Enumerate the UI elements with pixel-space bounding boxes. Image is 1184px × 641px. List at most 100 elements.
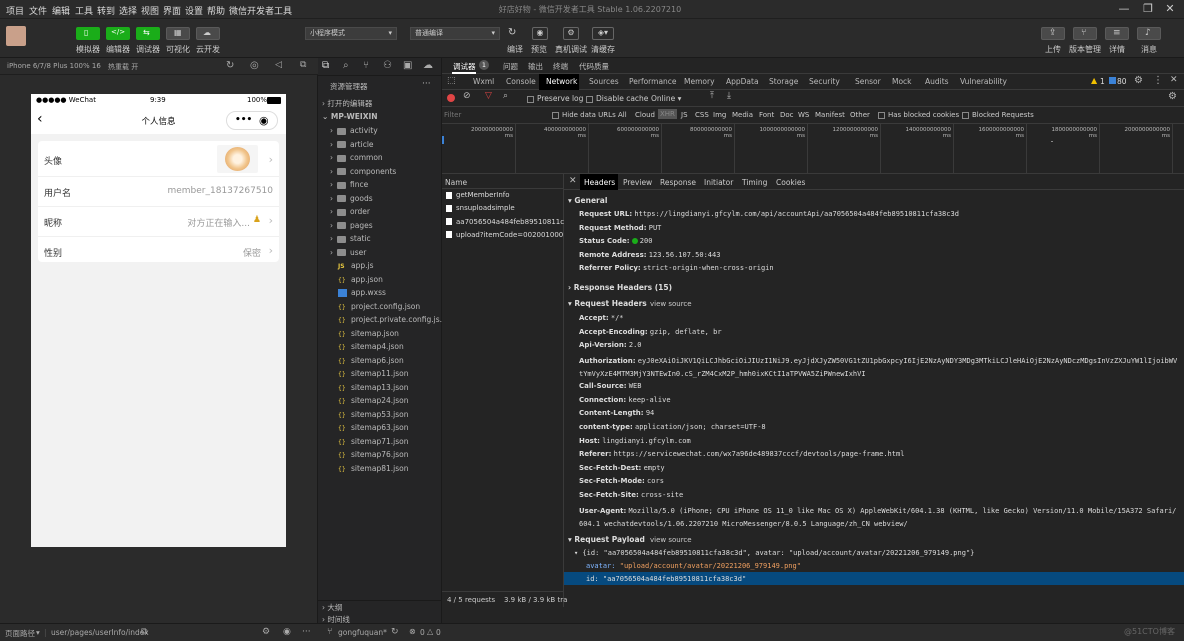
error-count[interactable]: 0	[420, 628, 425, 637]
payload-section-header[interactable]: ▾ Request Payload	[568, 535, 645, 544]
more-icon[interactable]: •••	[235, 115, 252, 125]
name-column-header[interactable]: Name	[442, 174, 564, 189]
view-source-link[interactable]: view source	[650, 300, 692, 308]
folder-item[interactable]: › user	[318, 246, 442, 260]
general-row[interactable]: Status Code: 200	[579, 237, 1179, 245]
blocked-cookies-checkbox[interactable]: Has blocked cookies	[878, 111, 959, 119]
folder-item[interactable]: › common	[318, 151, 442, 165]
file-item[interactable]: {} project.config.json	[318, 300, 442, 314]
close-devtools-icon[interactable]: ✕	[1170, 75, 1178, 85]
filter-manifest[interactable]: Manifest	[815, 111, 845, 119]
request-header-row[interactable]: Referer: https://servicewechat.com/wx7a9…	[579, 450, 1179, 458]
message-count[interactable]: 80	[1117, 77, 1127, 86]
menu-goto[interactable]: 转到	[97, 4, 115, 17]
filter-cloud[interactable]: Cloud	[635, 111, 655, 119]
gear-icon[interactable]: ⚙	[563, 27, 579, 40]
tab-timing[interactable]: Timing	[742, 178, 767, 187]
request-row[interactable]: snsuploadsimple	[442, 204, 564, 217]
filter-media[interactable]: Media	[732, 111, 753, 119]
git-icon[interactable]: ⑂	[363, 60, 369, 71]
request-header-row[interactable]: Call-Source: WEB	[579, 382, 1179, 390]
filter-ws[interactable]: WS	[798, 111, 809, 119]
tab-appdata[interactable]: AppData	[726, 77, 759, 86]
debug-icon[interactable]: ⚇	[383, 60, 392, 71]
cloud-icon[interactable]: ☁	[423, 60, 433, 71]
general-row[interactable]: Referrer Policy: strict-origin-when-cros…	[579, 264, 1179, 272]
page-path-dropdown-icon[interactable]: ▾	[36, 628, 40, 637]
record-icon[interactable]	[447, 94, 455, 102]
filter-other[interactable]: Other	[850, 111, 870, 119]
file-item[interactable]: {} project.private.config.js...	[318, 313, 442, 327]
request-header-row[interactable]: Content-Length: 94	[579, 409, 1179, 417]
file-item[interactable]: {} sitemap24.json	[318, 394, 442, 408]
folder-item[interactable]: › static	[318, 232, 442, 246]
avatar-thumb[interactable]	[217, 145, 258, 173]
tab-mock[interactable]: Mock	[892, 77, 912, 86]
mode-select[interactable]: 小程序模式	[305, 27, 397, 40]
disable-cache-checkbox[interactable]: Disable cache	[586, 94, 648, 103]
folder-item[interactable]: › goods	[318, 192, 442, 206]
tab-cookies[interactable]: Cookies	[776, 178, 805, 187]
maximize-icon[interactable]: ❐	[1140, 2, 1156, 16]
tab-memory[interactable]: Memory	[684, 77, 715, 86]
tab-security[interactable]: Security	[809, 77, 840, 86]
import-icon[interactable]: ⤒	[710, 91, 714, 101]
menu-project[interactable]: 项目	[6, 4, 24, 17]
extensions-icon[interactable]: ▣	[403, 60, 412, 71]
kebab-menu-icon[interactable]: ⋮	[1153, 75, 1163, 86]
file-item[interactable]: {} sitemap71.json	[318, 435, 442, 449]
tab-code-quality[interactable]: 代码质量	[579, 61, 609, 72]
tab-problems[interactable]: 问题	[503, 61, 518, 72]
request-header-row[interactable]: Accept: */*	[579, 314, 1179, 322]
cloud-button[interactable]: ☁	[196, 27, 220, 40]
request-header-row[interactable]: User-Agent: Mozilla/5.0 (iPhone; CPU iPh…	[579, 505, 1179, 531]
blocked-requests-checkbox[interactable]: Blocked Requests	[962, 111, 1034, 119]
file-item[interactable]: {} sitemap13.json	[318, 381, 442, 395]
filter-input[interactable]	[444, 109, 544, 121]
tab-network[interactable]: Network	[546, 77, 577, 86]
tab-terminal[interactable]: 终端	[553, 61, 568, 72]
request-row[interactable]: getMemberInfo	[442, 191, 564, 204]
filter-font[interactable]: Font	[759, 111, 774, 119]
close-icon[interactable]: ✕	[1162, 2, 1178, 16]
menu-tools[interactable]: 工具	[75, 4, 93, 17]
close-detail-icon[interactable]: ✕	[569, 176, 577, 186]
payload-view-source-link[interactable]: view source	[650, 536, 692, 544]
tab-storage[interactable]: Storage	[769, 77, 798, 86]
tab-debugger[interactable]: 调试器	[453, 61, 476, 72]
record-icon[interactable]: ◎	[250, 60, 259, 71]
request-header-row[interactable]: Api-Version: 2.0	[579, 341, 1179, 349]
close-mp-icon[interactable]: ◉	[259, 114, 269, 127]
payload-avatar-row[interactable]: avatar: "upload/account/avatar/20221206_…	[586, 562, 801, 570]
debugger-button[interactable]: ⇆	[136, 27, 160, 40]
file-item[interactable]: {} sitemap63.json	[318, 421, 442, 435]
file-item[interactable]: {} sitemap76.json	[318, 448, 442, 462]
visual-button[interactable]: ▦	[166, 27, 190, 40]
device-select[interactable]: iPhone 6/7/8 Plus 100% 16	[7, 62, 101, 70]
more-icon[interactable]: ···	[422, 79, 431, 89]
popout-icon[interactable]: ⧉	[300, 60, 306, 70]
upload-button[interactable]: ⇪	[1041, 27, 1065, 40]
payload-id-row[interactable]: id: "aa7056504a484feb89510811cfa38c3d"	[564, 572, 1184, 585]
rotate-icon[interactable]: ↻	[226, 60, 234, 71]
export-icon[interactable]: ⤓	[727, 91, 731, 101]
menu-settings[interactable]: 设置	[185, 4, 203, 17]
file-item[interactable]: {} sitemap6.json	[318, 354, 442, 368]
general-row[interactable]: Request URL: https://lingdianyi.gfcylm.c…	[579, 210, 1179, 218]
network-settings-icon[interactable]: ⚙	[1168, 91, 1177, 102]
network-overview[interactable]: 200000000000 ms 400000000000 ms 6000000000…	[442, 124, 1184, 174]
request-headers-section[interactable]: ▾ Request Headers	[568, 299, 647, 308]
request-header-row[interactable]: Host: lingdianyi.gfcylm.com	[579, 437, 1179, 445]
avatar-row[interactable]: 头像 ›	[38, 141, 279, 177]
copy-icon[interactable]: ⧉	[141, 627, 147, 637]
tab-console[interactable]: Console	[506, 77, 536, 86]
menu-file[interactable]: 文件	[29, 4, 47, 17]
file-item[interactable]: app.wxss	[318, 286, 442, 300]
settings-gear-icon[interactable]: ⚙	[1134, 75, 1143, 86]
file-item[interactable]: {} sitemap53.json	[318, 408, 442, 422]
folder-item[interactable]: › order	[318, 205, 442, 219]
files-icon[interactable]: ⧉	[322, 60, 329, 71]
page-path[interactable]: user/pages/userInfo/index	[51, 628, 149, 637]
menu-help[interactable]: 帮助	[207, 4, 225, 17]
throttle-select[interactable]: Online ▾	[651, 94, 681, 103]
